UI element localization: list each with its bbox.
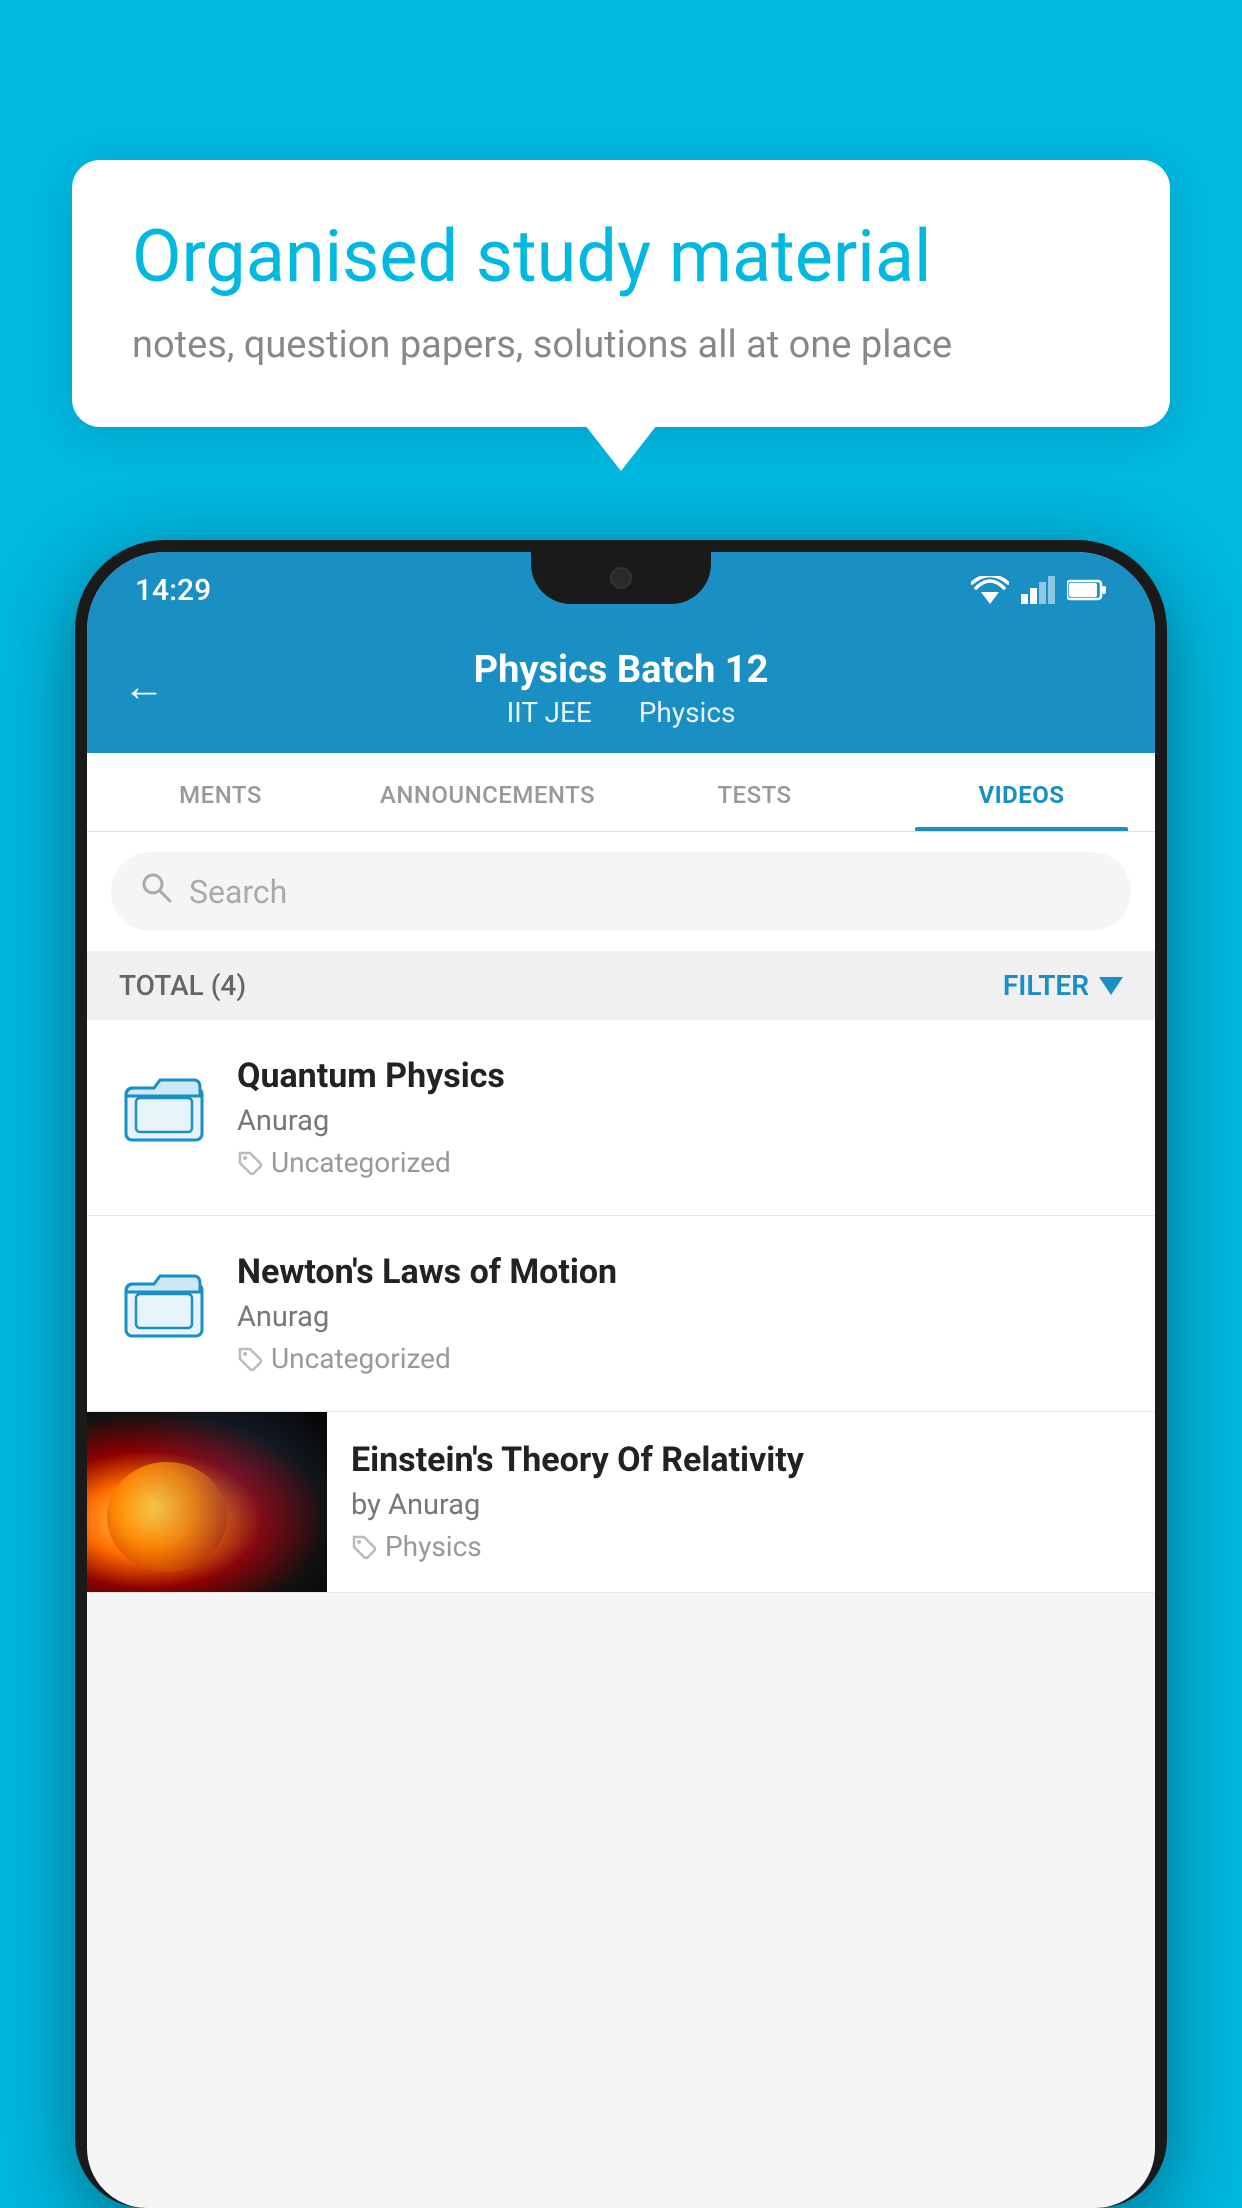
video-thumbnail-3 bbox=[87, 1412, 327, 1592]
tag-icon bbox=[237, 1346, 263, 1372]
folder-icon-1 bbox=[119, 1056, 209, 1156]
search-container: Search bbox=[87, 832, 1155, 951]
header-subtitle: IIT JEE Physics bbox=[127, 696, 1115, 729]
filter-bar: TOTAL (4) FILTER bbox=[87, 951, 1155, 1020]
battery-icon bbox=[1067, 579, 1107, 601]
app-header: ← Physics Batch 12 IIT JEE Physics bbox=[87, 620, 1155, 753]
video-author-3: by Anurag bbox=[351, 1488, 1131, 1522]
total-count: TOTAL (4) bbox=[119, 969, 246, 1002]
tag-icon bbox=[351, 1534, 377, 1560]
page-background: Organised study material notes, question… bbox=[0, 0, 1242, 2208]
wifi-icon bbox=[971, 576, 1009, 604]
list-item[interactable]: Newton's Laws of Motion Anurag Uncategor… bbox=[87, 1216, 1155, 1412]
video-tag-2: Uncategorized bbox=[237, 1342, 1123, 1375]
video-author-1: Anurag bbox=[237, 1104, 1123, 1138]
video-title-2: Newton's Laws of Motion bbox=[237, 1252, 1123, 1292]
video-tag-3: Physics bbox=[351, 1530, 1131, 1563]
signal-icon bbox=[1021, 576, 1055, 604]
search-icon bbox=[139, 870, 173, 913]
tab-tests[interactable]: TESTS bbox=[621, 753, 888, 831]
folder-icon-2 bbox=[119, 1252, 209, 1352]
header-title: Physics Batch 12 bbox=[127, 648, 1115, 692]
video-list: Quantum Physics Anurag Uncategorized bbox=[87, 1020, 1155, 1593]
search-placeholder: Search bbox=[189, 873, 287, 911]
filter-icon bbox=[1099, 977, 1123, 995]
status-icons bbox=[971, 576, 1107, 604]
status-time: 14:29 bbox=[135, 573, 211, 608]
tabs-bar: MENTS ANNOUNCEMENTS TESTS VIDEOS bbox=[87, 753, 1155, 832]
tab-videos[interactable]: VIDEOS bbox=[888, 753, 1155, 831]
tag-icon bbox=[237, 1150, 263, 1176]
search-bar[interactable]: Search bbox=[111, 852, 1131, 931]
phone-frame: 14:29 bbox=[75, 540, 1167, 2208]
subtitle-iit: IIT JEE bbox=[507, 696, 592, 729]
list-item[interactable]: Quantum Physics Anurag Uncategorized bbox=[87, 1020, 1155, 1216]
filter-button[interactable]: FILTER bbox=[1003, 969, 1123, 1002]
video-tag-1: Uncategorized bbox=[237, 1146, 1123, 1179]
bubble-subtitle: notes, question papers, solutions all at… bbox=[132, 323, 1110, 367]
video-title-1: Quantum Physics bbox=[237, 1056, 1123, 1096]
back-button[interactable]: ← bbox=[123, 662, 165, 711]
tab-announcements[interactable]: ANNOUNCEMENTS bbox=[354, 753, 621, 831]
speech-bubble-card: Organised study material notes, question… bbox=[72, 160, 1170, 427]
video-info-3: Einstein's Theory Of Relativity by Anura… bbox=[327, 1412, 1155, 1591]
video-info-2: Newton's Laws of Motion Anurag Uncategor… bbox=[237, 1252, 1123, 1375]
list-item[interactable]: Einstein's Theory Of Relativity by Anura… bbox=[87, 1412, 1155, 1593]
front-camera bbox=[610, 567, 632, 589]
phone-notch bbox=[531, 552, 711, 604]
video-title-3: Einstein's Theory Of Relativity bbox=[351, 1440, 1131, 1480]
subtitle-physics: Physics bbox=[639, 696, 736, 729]
video-info-1: Quantum Physics Anurag Uncategorized bbox=[237, 1056, 1123, 1179]
bubble-title: Organised study material bbox=[132, 216, 1110, 299]
phone-screen: 14:29 bbox=[87, 552, 1155, 2208]
video-author-2: Anurag bbox=[237, 1300, 1123, 1334]
tab-ments[interactable]: MENTS bbox=[87, 753, 354, 831]
